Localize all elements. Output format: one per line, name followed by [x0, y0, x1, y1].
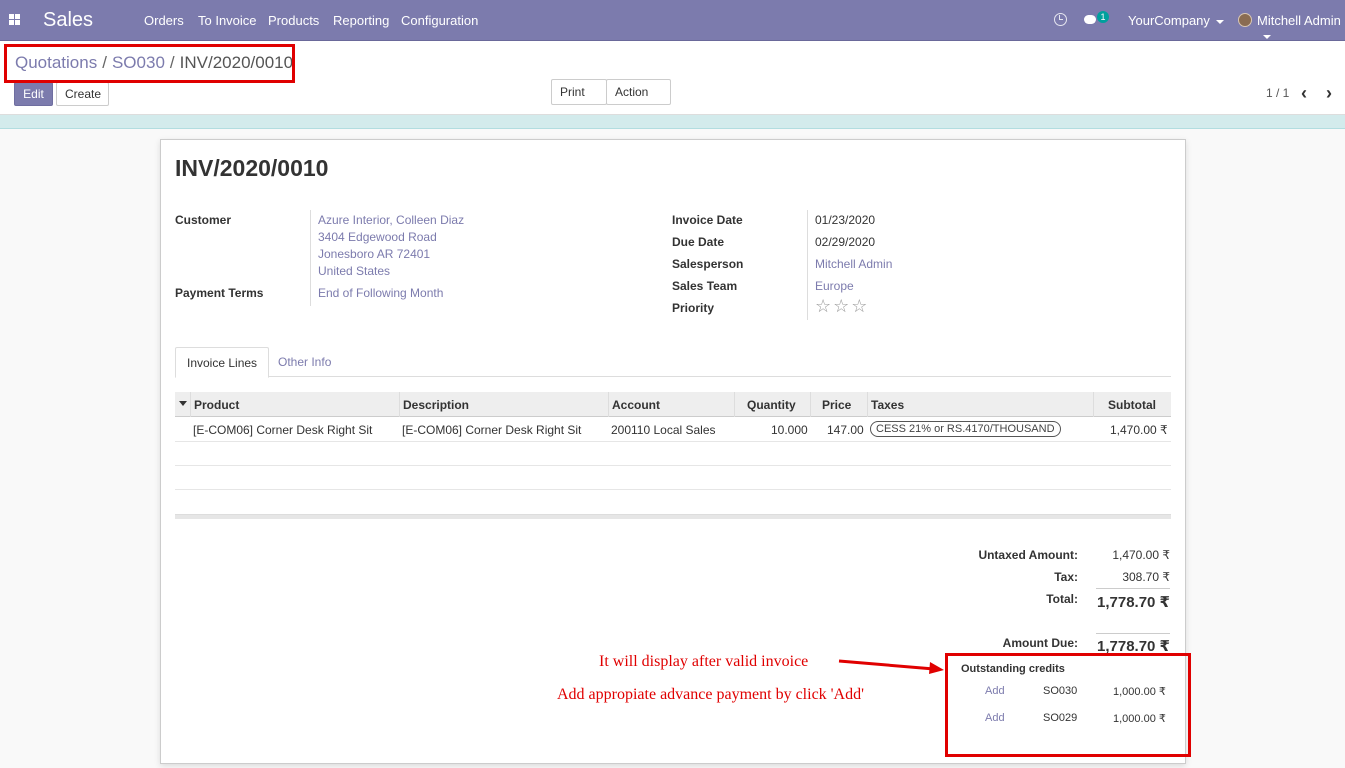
- priority-star-icon[interactable]: ☆☆☆: [815, 296, 869, 317]
- column-separator: [1093, 392, 1094, 417]
- column-separator: [867, 392, 868, 417]
- due-date-value: 02/29/2020: [815, 235, 876, 249]
- action-label: Action: [615, 85, 649, 99]
- customer-country: United States: [318, 264, 391, 278]
- chevron-down-icon: [1263, 34, 1271, 39]
- menu-to-invoice[interactable]: To Invoice: [198, 13, 257, 28]
- print-label: Print: [560, 85, 585, 99]
- create-button[interactable]: Create: [56, 82, 109, 106]
- annotation-note: It will display after valid invoice: [599, 653, 809, 670]
- cell-subtotal: 1,470.00 ₹: [1110, 423, 1168, 437]
- column-separator: [608, 392, 609, 417]
- column-separator: [190, 392, 191, 417]
- table-row[interactable]: [E-COM06] Corner Desk Right Sit [E-COM06…: [175, 418, 1171, 442]
- cell-product: [E-COM06] Corner Desk Right Sit: [193, 423, 373, 437]
- menu-configuration[interactable]: Configuration: [401, 13, 478, 28]
- payment-terms-label: Payment Terms: [175, 286, 264, 300]
- tax-value: 308.70 ₹: [1122, 570, 1170, 584]
- untaxed-label: Untaxed Amount:: [978, 548, 1078, 562]
- caret-down-icon[interactable]: [179, 401, 187, 406]
- cell-quantity: 10.000: [771, 423, 808, 437]
- column-description[interactable]: Description: [403, 398, 469, 412]
- customer-name[interactable]: Azure Interior, Colleen Diaz: [318, 213, 464, 227]
- action-button[interactable]: Action: [606, 79, 671, 119]
- totals-divider: [1096, 588, 1170, 589]
- invoice-date-value: 01/23/2020: [815, 213, 876, 227]
- total-value: 1,778.70 ₹: [1097, 594, 1170, 611]
- due-date-label: Due Date: [672, 235, 725, 249]
- tab-other-info[interactable]: Other Info: [267, 347, 342, 378]
- pager-value[interactable]: 1 / 1: [1266, 86, 1289, 100]
- customer-label: Customer: [175, 213, 232, 227]
- menu-orders[interactable]: Orders: [144, 13, 184, 28]
- sales-team-value[interactable]: Europe: [815, 279, 854, 293]
- column-product[interactable]: Product: [194, 398, 239, 412]
- user-menu[interactable]: Mitchell Admin: [1257, 13, 1345, 43]
- empty-row: [175, 442, 1171, 466]
- company-name: YourCompany: [1128, 13, 1210, 28]
- user-name: Mitchell Admin: [1257, 13, 1341, 28]
- tax-tag: CESS 21% or RS.4170/THOUSAND: [870, 421, 1061, 437]
- divider: [310, 210, 311, 306]
- annotation-arrow-icon: [838, 659, 944, 674]
- payment-terms-value[interactable]: End of Following Month: [318, 286, 443, 300]
- apps-menu-icon[interactable]: [9, 14, 20, 25]
- total-label: Total:: [1046, 592, 1078, 606]
- company-switcher[interactable]: YourCompany: [1128, 13, 1224, 28]
- info-banner: [0, 115, 1345, 129]
- messages-icon[interactable]: [1084, 15, 1096, 24]
- chevron-right-icon[interactable]: ›: [1326, 83, 1332, 104]
- print-button[interactable]: Print: [551, 79, 607, 119]
- column-taxes[interactable]: Taxes: [871, 398, 904, 412]
- menu-products[interactable]: Products: [268, 13, 319, 28]
- invoice-date-label: Invoice Date: [672, 213, 743, 227]
- credits-highlight: [945, 653, 1191, 757]
- priority-label: Priority: [672, 301, 715, 315]
- column-separator: [810, 392, 811, 417]
- column-separator: [734, 392, 735, 417]
- customer-city: Jonesboro AR 72401: [318, 247, 431, 261]
- cell-price: 147.00: [827, 423, 864, 437]
- annotation-note: Add appropiate advance payment by click …: [557, 686, 864, 703]
- empty-row: [175, 466, 1171, 490]
- edit-button[interactable]: Edit: [14, 82, 53, 106]
- top-navbar: Sales Orders To Invoice Products Reporti…: [0, 0, 1345, 41]
- column-subtotal[interactable]: Subtotal: [1108, 398, 1156, 412]
- customer-street: 3404 Edgewood Road: [318, 230, 437, 244]
- invoice-title: INV/2020/0010: [175, 155, 329, 181]
- column-account[interactable]: Account: [612, 398, 660, 412]
- breadcrumb-highlight: [4, 44, 295, 83]
- untaxed-value: 1,470.00 ₹: [1112, 548, 1170, 562]
- chevron-down-icon: [1215, 19, 1224, 24]
- column-separator: [399, 392, 400, 417]
- cell-description: [E-COM06] Corner Desk Right Sit: [402, 423, 582, 437]
- cell-account: 200110 Local Sales: [611, 423, 716, 437]
- column-quantity[interactable]: Quantity: [747, 398, 796, 412]
- salesperson-value[interactable]: Mitchell Admin: [815, 257, 892, 271]
- tax-label: Tax:: [1054, 570, 1078, 584]
- app-title[interactable]: Sales: [43, 9, 93, 32]
- amount-due-label: Amount Due:: [1002, 636, 1078, 650]
- table-header: Product Description Account Quantity Pri…: [175, 392, 1171, 417]
- divider: [807, 210, 808, 320]
- avatar[interactable]: [1238, 13, 1252, 27]
- column-price[interactable]: Price: [822, 398, 851, 412]
- tab-invoice-lines[interactable]: Invoice Lines: [175, 347, 270, 378]
- totals-divider: [1096, 633, 1170, 634]
- messages-badge: 1: [1097, 11, 1109, 23]
- table-footer: [175, 514, 1171, 519]
- activity-clock-icon[interactable]: [1054, 13, 1067, 26]
- sales-team-label: Sales Team: [672, 279, 738, 293]
- salesperson-label: Salesperson: [672, 257, 744, 271]
- menu-reporting[interactable]: Reporting: [333, 13, 389, 28]
- chevron-left-icon[interactable]: ‹: [1301, 83, 1307, 104]
- notebook-tabs: Invoice Lines Other Info: [175, 347, 1171, 378]
